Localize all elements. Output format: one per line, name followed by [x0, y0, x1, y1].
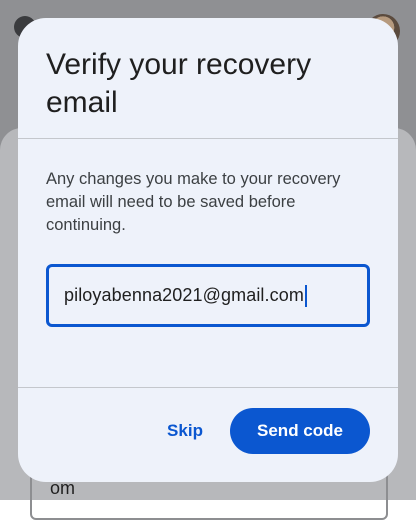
recovery-email-value: piloyabenna2021@gmail.com — [64, 285, 304, 305]
dialog-description: Any changes you make to your recovery em… — [46, 170, 341, 234]
skip-button[interactable]: Skip — [161, 416, 209, 446]
recovery-email-input[interactable]: piloyabenna2021@gmail.com — [46, 264, 370, 327]
verify-recovery-email-dialog: Verify your recovery email Any changes y… — [18, 18, 398, 482]
dialog-title: Verify your recovery email — [46, 48, 312, 119]
divider — [18, 387, 398, 388]
send-code-button[interactable]: Send code — [230, 408, 370, 454]
divider — [18, 138, 398, 139]
text-caret — [304, 284, 307, 307]
